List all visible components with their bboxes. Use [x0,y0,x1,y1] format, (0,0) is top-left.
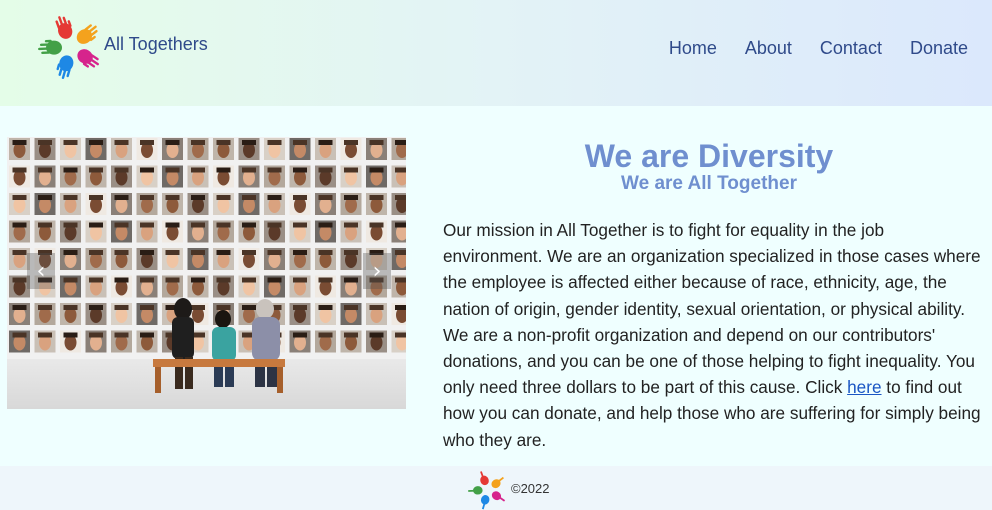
copyright-text: ©2022 [511,481,550,496]
hands-logo-icon [468,471,506,510]
nav-about-link[interactable]: About [745,38,792,59]
page-title: We are Diversity [584,138,834,174]
page-subtitle: We are All Together [621,173,797,194]
site-footer: ©2022 [0,466,992,510]
nav-home-link[interactable]: Home [669,38,717,59]
main-nav: Home About Contact Donate [669,38,968,59]
mission-text-before: Our mission in All Together is to fight … [443,220,981,398]
nav-contact-link[interactable]: Contact [820,38,882,59]
mission-paragraph: Our mission in All Together is to fight … [443,217,983,453]
nav-donate-link[interactable]: Donate [910,38,968,59]
bench-image [153,359,285,393]
chevron-left-icon: ‹ [36,258,46,284]
donate-here-link[interactable]: here [847,377,881,397]
image-carousel[interactable]: ‹ › [7,137,406,409]
hands-logo-icon[interactable] [36,12,106,82]
brand-name[interactable]: All Togethers [104,34,208,55]
site-header: All Togethers Home About Contact Donate [0,0,992,106]
main-section: ‹ › We are Diversity We are All Together… [0,106,992,466]
mission-content: We are Diversity We are All Together Our… [443,138,983,453]
carousel-next-button[interactable]: › [363,253,391,289]
chevron-right-icon: › [372,258,382,284]
carousel-prev-button[interactable]: ‹ [27,253,55,289]
